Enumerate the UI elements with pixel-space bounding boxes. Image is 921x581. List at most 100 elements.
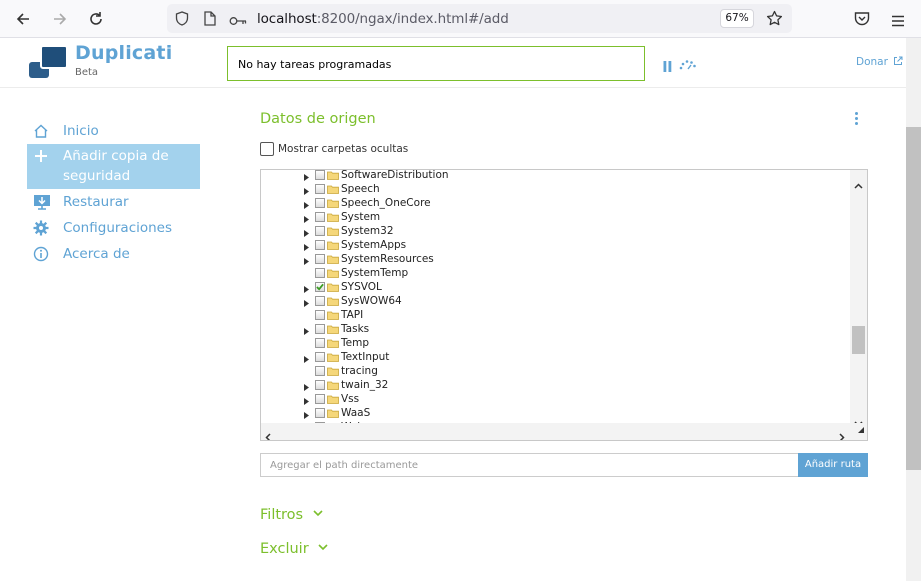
tree-checkbox[interactable] [315,254,325,264]
scroll-up-icon[interactable] [854,174,863,193]
expand-arrow-icon[interactable] [304,298,309,307]
expand-arrow-icon[interactable] [304,396,309,405]
tree-row[interactable]: System32 [261,224,394,238]
tree-row-label: System32 [341,225,394,237]
tree-row-label: Vss [341,393,360,405]
exclude-toggle[interactable]: Excluir [260,539,328,557]
folder-tree[interactable]: SoftwareDistribution Speech Speech_OneCore… [260,169,868,441]
tree-checkbox[interactable] [315,184,325,194]
throttle-icon[interactable] [679,56,697,75]
tree-checkbox[interactable] [315,310,325,320]
menu-icon[interactable] [891,12,905,31]
tree-row[interactable]: SysWOW64 [261,294,402,308]
folder-icon [327,227,339,236]
tree-checkbox[interactable] [315,226,325,236]
sidebar-item-restore[interactable]: Restaurar [27,189,200,215]
add-path-button[interactable]: Añadir ruta [798,453,868,477]
expand-arrow-icon[interactable] [304,382,309,391]
expand-arrow-icon[interactable] [304,256,309,265]
tree-checkbox[interactable] [315,338,325,348]
tree-row[interactable]: SYSVOL [261,280,382,294]
tree-row[interactable]: SystemApps [261,238,406,252]
tree-checkbox[interactable] [315,170,325,180]
folder-icon [327,199,339,208]
tree-row[interactable]: Tasks [261,322,369,336]
tree-row[interactable]: System [261,210,380,224]
resize-grip-icon[interactable] [857,419,865,438]
show-hidden-checkbox[interactable] [260,142,274,156]
tree-row-label: TextInput [341,351,390,363]
pause-icon[interactable] [663,57,672,76]
page-scroll-thumb[interactable] [906,127,921,470]
more-options-icon[interactable] [855,112,859,127]
tree-row-label: WaaS [341,407,371,419]
sidebar-item-inicio[interactable]: Inicio [27,118,200,144]
tree-row[interactable]: SoftwareDistribution [261,170,449,182]
tree-scroll-thumb[interactable] [852,326,865,354]
pocket-icon[interactable] [854,11,870,30]
show-hidden-toggle[interactable]: Mostrar carpetas ocultas [260,142,408,156]
expand-arrow-icon[interactable] [304,410,309,419]
tree-checkbox[interactable] [315,408,325,418]
sidebar-item-settings[interactable]: Configuraciones [27,215,200,241]
url-bar[interactable]: localhost:8200/ngax/index.html#/add 67% [167,4,792,33]
tree-row[interactable]: TextInput [261,350,389,364]
expand-arrow-icon[interactable] [304,214,309,223]
app-header: Duplicati Beta No hay tareas programadas… [0,38,906,88]
tree-checkbox[interactable] [315,282,325,292]
expand-arrow-icon[interactable] [304,242,309,251]
scroll-left-icon[interactable] [265,427,271,440]
tree-row[interactable]: Speech_OneCore [261,196,431,210]
folder-icon [327,395,339,404]
tree-horizontal-scrollbar[interactable] [261,423,867,440]
zoom-level[interactable]: 67% [720,9,754,28]
tree-row[interactable]: twain_32 [261,378,388,392]
expand-arrow-icon[interactable] [304,326,309,335]
tree-checkbox[interactable] [315,380,325,390]
folder-icon [327,185,339,194]
shield-icon[interactable] [175,11,189,30]
tree-checkbox[interactable] [315,324,325,334]
expand-arrow-icon[interactable] [304,200,309,209]
donate-link[interactable]: Donar [856,56,903,69]
tree-checkbox[interactable] [315,212,325,222]
folder-icon [327,367,339,376]
page-scrollbar[interactable] [906,38,921,581]
tree-checkbox[interactable] [315,352,325,362]
path-input[interactable]: Agregar el path directamente [260,453,798,477]
expand-arrow-icon[interactable] [304,284,309,293]
tree-checkbox[interactable] [315,394,325,404]
filters-label: Filtros [260,507,304,523]
back-icon[interactable] [11,7,35,31]
reload-icon[interactable] [84,7,108,31]
tree-row[interactable]: tracing [261,364,378,378]
tree-checkbox[interactable] [315,240,325,250]
tree-checkbox[interactable] [315,366,325,376]
tree-vertical-scrollbar[interactable] [850,170,867,427]
tree-row[interactable]: Temp [261,336,369,350]
expand-arrow-icon[interactable] [304,228,309,237]
expand-arrow-icon[interactable] [304,186,309,195]
sidebar-item-about[interactable]: Acerca de [27,241,200,267]
key-icon[interactable] [229,12,247,31]
tree-row[interactable]: WaaS [261,406,370,420]
tree-row[interactable]: SystemResources [261,252,434,266]
brand-name[interactable]: Duplicati [75,42,172,64]
tree-row[interactable]: Vss [261,392,359,406]
bookmark-star-icon[interactable] [766,10,783,31]
scroll-right-icon[interactable] [839,427,845,440]
tree-checkbox[interactable] [315,268,325,278]
folder-icon [327,409,339,418]
sidebar-item-label: Restaurar [63,194,129,210]
filters-toggle[interactable]: Filtros [260,505,323,523]
url-text[interactable]: localhost:8200/ngax/index.html#/add [257,11,509,27]
tree-row[interactable]: SystemTemp [261,266,408,280]
expand-arrow-icon[interactable] [304,354,309,363]
tree-row[interactable]: TAPI [261,308,363,322]
sidebar-item-add-backup[interactable]: Añadir copia de seguridad [27,144,200,189]
expand-arrow-icon[interactable] [304,172,309,181]
tree-checkbox[interactable] [315,296,325,306]
tree-checkbox[interactable] [315,198,325,208]
forward-icon[interactable] [48,7,72,31]
tree-row[interactable]: Speech [261,182,380,196]
